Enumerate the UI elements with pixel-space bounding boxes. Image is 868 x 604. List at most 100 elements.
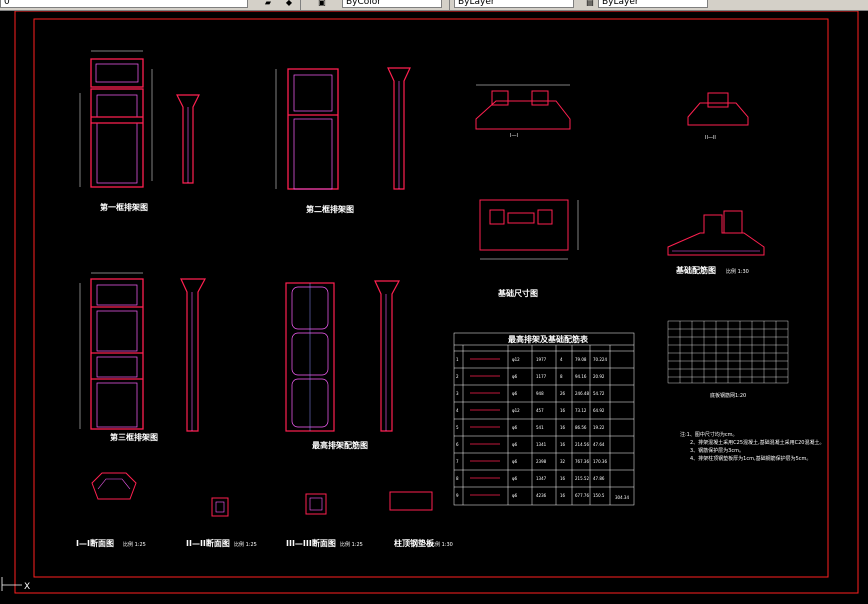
frame-side-1 [176, 94, 200, 184]
frame-side-3 [180, 278, 207, 432]
title-frame-1: 第一框排架图 [100, 202, 148, 212]
table-cell: 47.64 [593, 442, 605, 447]
note-line: 3、钢筋保护层为3cm。 [690, 447, 744, 454]
title-top-plate: 柱顶钢垫板 [394, 538, 435, 548]
table-rows: 1 φ12 1977 4 79.08 70.224 2 φ6 1177 8 94.16 20.92 3 φ… [456, 357, 629, 500]
table-cell: 1977 [536, 357, 547, 362]
title-mesh: 底板钢筋网1:20 [710, 392, 746, 399]
section-ii-scale: 比例 1:25 [234, 541, 257, 548]
section-i-drawing [475, 84, 571, 130]
layer-dropdown[interactable]: 0 [0, 0, 248, 8]
table-cell: 54.72 [593, 391, 605, 396]
table-cell: 32 [560, 459, 566, 464]
notes-block: 注:1、图中尺寸均为cm。 2、排架混凝土采用C25混凝土,基础混凝土采用C20… [680, 431, 824, 462]
table-cell: 8 [560, 374, 563, 379]
table-cell: 1347 [536, 476, 547, 481]
section-iii-detail [305, 493, 327, 515]
frame-elevation-1 [79, 50, 153, 188]
table-cell: 215.52 [575, 476, 589, 481]
top-plate-detail [389, 491, 433, 511]
title-section-iii: III—III断面图 [286, 538, 336, 548]
model-space-canvas[interactable]: 第一框排架图 第二框排架图 第三框排架图 最高排架配筋图 I—I II—II 基… [0, 11, 868, 604]
table-cell: 94.16 [575, 374, 587, 379]
table-cell: 20.92 [593, 374, 605, 379]
label-section-ii: II—II [705, 135, 716, 141]
table-cell: 5 [456, 425, 459, 430]
label-section-i: I—I [510, 133, 518, 139]
table-cell: 214.56 [575, 442, 589, 447]
table-cell: 150.5 [593, 493, 605, 498]
title-highest-frame: 最高排架配筋图 [312, 440, 368, 450]
table-cell: 948 [536, 391, 544, 396]
layer-previous-icon[interactable]: ◆ [283, 0, 295, 8]
toolbar-separator [300, 0, 301, 10]
color-dropdown[interactable]: ByColor [342, 0, 442, 8]
table-cell: 79.08 [575, 357, 587, 362]
table-cell: φ6 [512, 425, 518, 430]
title-frame-2: 第二框排架图 [306, 204, 354, 214]
linetype-dropdown[interactable]: ByLayer [454, 0, 574, 8]
table-cell: 9 [456, 493, 459, 498]
table-cell: 64.92 [593, 408, 605, 413]
table-cell: φ6 [512, 493, 518, 498]
lineweight-icon[interactable]: ▤ [584, 0, 596, 8]
title-foundation-rebar: 基础配筋图 [675, 265, 716, 275]
table-title: 最高排架及基础配筋表 [508, 334, 589, 344]
table-cell: 4236 [536, 493, 547, 498]
table-cell: 19.22 [593, 425, 605, 430]
title-frame-3: 第三框排架图 [110, 432, 158, 442]
table-cell: 246.48 [575, 391, 589, 396]
table-cell: φ6 [512, 442, 518, 447]
table-cell: 3 [456, 391, 459, 396]
table-cell: 26 [560, 391, 566, 396]
table-cell: φ6 [512, 374, 518, 379]
cad-drawing: 第一框排架图 第二框排架图 第三框排架图 最高排架配筋图 I—I II—II 基… [1, 11, 859, 594]
table-cell: φ6 [512, 391, 518, 396]
frame-side-2 [387, 67, 411, 190]
table-cell: 677.76 [575, 493, 589, 498]
frame-elevation-2 [275, 68, 339, 190]
note-line: 注:1、图中尺寸均为cm。 [680, 431, 738, 438]
table-cell: 541 [536, 425, 544, 430]
bottom-rebar-mesh [667, 320, 789, 384]
table-cell: 73.12 [575, 408, 587, 413]
section-i-scale: 比例 1:25 [123, 541, 146, 548]
foundation-rebar-drawing [667, 210, 765, 256]
title-foundation: 基础尺寸图 [497, 288, 538, 298]
table-cell: 47.86 [593, 476, 605, 481]
table-cell: 16 [560, 442, 566, 447]
table-cell: 1 [456, 357, 459, 362]
table-cell: 16 [560, 493, 566, 498]
table-cell: 1341 [536, 442, 547, 447]
highest-frame-rebar [285, 280, 401, 432]
note-line: 4、排架柱顶钢垫板厚为1cm,基础钢筋保护层为5cm。 [690, 455, 811, 462]
properties-toolbar: 0 ▰ ◆ ▣ ByColor ByLayer ▤ ByLayer [0, 0, 868, 11]
lineweight-dropdown[interactable]: ByLayer [598, 0, 708, 8]
outer-frame [14, 11, 859, 594]
table-cell: 4 [456, 408, 459, 413]
table-cell: 6 [456, 442, 459, 447]
section-ii-detail [211, 497, 229, 517]
foundation-plan [479, 199, 579, 260]
section-iii-scale: 比例 1:25 [340, 541, 363, 548]
table-cell: 767.36 [575, 459, 589, 464]
ucs-icon [1, 577, 22, 591]
section-ii-drawing [687, 92, 749, 126]
color-control-icon[interactable]: ▣ [316, 0, 328, 8]
section-i-detail [91, 472, 137, 500]
table-cell: φ6 [512, 476, 518, 481]
frame-elevation-3 [79, 272, 144, 430]
table-total: 304.34 [615, 495, 629, 500]
layer-state-icon[interactable]: ▰ [262, 0, 274, 8]
table-cell: 7 [456, 459, 459, 464]
top-plate-scale: 比例 1:30 [430, 541, 453, 548]
table-cell: φ12 [512, 357, 520, 362]
title-section-ii: II—II断面图 [186, 538, 230, 548]
toolbar-separator [449, 0, 450, 10]
table-cell: 86.56 [575, 425, 587, 430]
table-cell: 16 [560, 476, 566, 481]
table-cell: 1177 [536, 374, 547, 379]
table-cell: φ12 [512, 408, 520, 413]
note-line: 2、排架混凝土采用C25混凝土,基础混凝土采用C20混凝土。 [690, 439, 824, 446]
table-cell: 16 [560, 425, 566, 430]
